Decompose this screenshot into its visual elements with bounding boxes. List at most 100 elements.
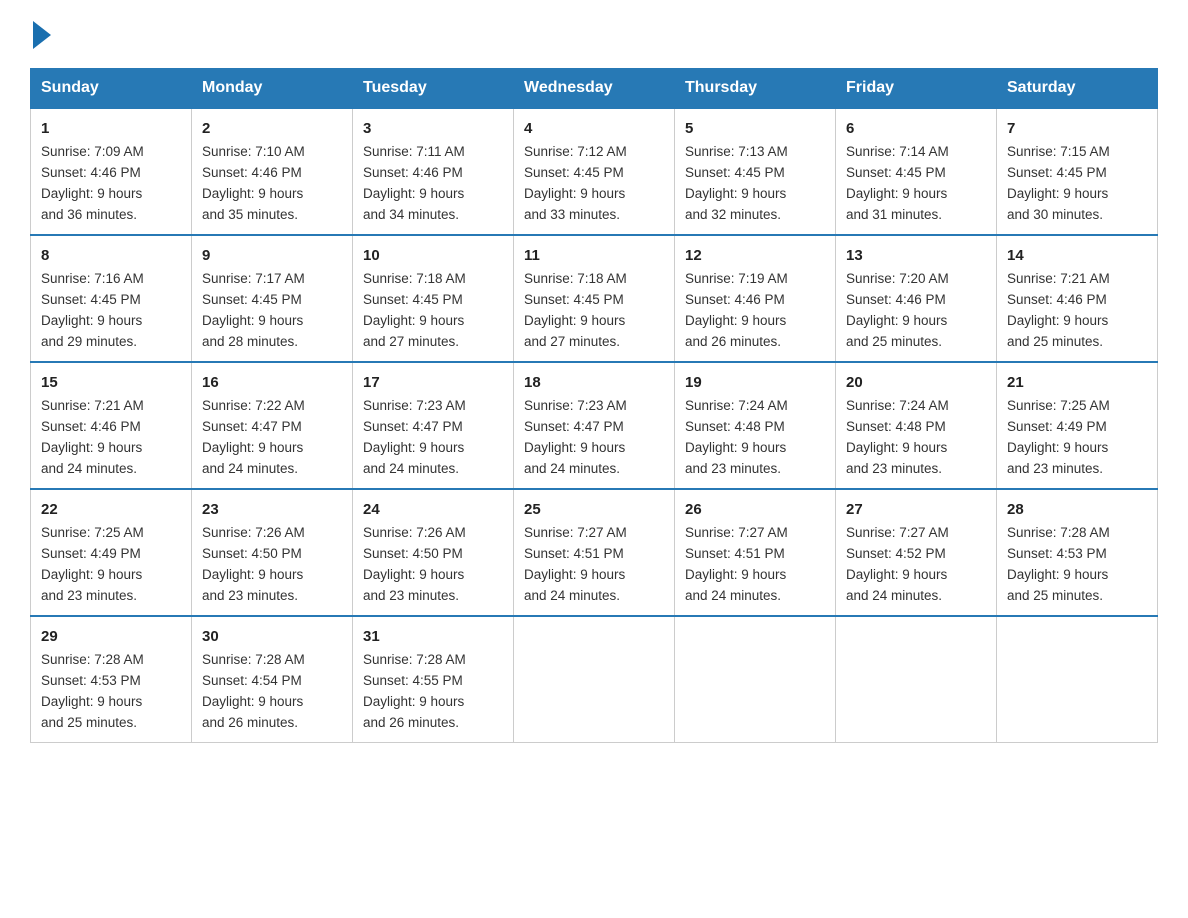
cell-info-line: Sunset: 4:46 PM — [41, 165, 141, 180]
cell-info-line: Sunset: 4:50 PM — [202, 546, 302, 561]
cell-info-line: Daylight: 9 hours — [363, 186, 464, 201]
cell-info-line: Daylight: 9 hours — [524, 313, 625, 328]
day-header-friday: Friday — [836, 69, 997, 109]
cell-info-line: Sunset: 4:46 PM — [1007, 292, 1107, 307]
cell-info-line: Sunrise: 7:24 AM — [685, 398, 788, 413]
cell-info-line: Sunrise: 7:14 AM — [846, 144, 949, 159]
day-number: 3 — [363, 117, 503, 140]
day-number: 20 — [846, 371, 986, 394]
calendar-cell: 22Sunrise: 7:25 AMSunset: 4:49 PMDayligh… — [31, 489, 192, 616]
cell-info-line: Sunrise: 7:23 AM — [524, 398, 627, 413]
logo-arrow-icon — [33, 21, 51, 49]
calendar-week-row: 1Sunrise: 7:09 AMSunset: 4:46 PMDaylight… — [31, 108, 1158, 235]
day-number: 29 — [41, 625, 181, 648]
cell-info-line: Daylight: 9 hours — [524, 186, 625, 201]
day-number: 8 — [41, 244, 181, 267]
day-number: 27 — [846, 498, 986, 521]
calendar-cell: 29Sunrise: 7:28 AMSunset: 4:53 PMDayligh… — [31, 616, 192, 742]
calendar-cell: 1Sunrise: 7:09 AMSunset: 4:46 PMDaylight… — [31, 108, 192, 235]
cell-info-line: and 28 minutes. — [202, 334, 298, 349]
cell-info-line: Sunset: 4:45 PM — [363, 292, 463, 307]
day-number: 26 — [685, 498, 825, 521]
day-number: 17 — [363, 371, 503, 394]
calendar-week-row: 22Sunrise: 7:25 AMSunset: 4:49 PMDayligh… — [31, 489, 1158, 616]
cell-info-line: and 27 minutes. — [524, 334, 620, 349]
day-number: 23 — [202, 498, 342, 521]
cell-info-line: Sunset: 4:46 PM — [202, 165, 302, 180]
cell-info-line: Sunrise: 7:24 AM — [846, 398, 949, 413]
cell-info-line: Sunrise: 7:26 AM — [363, 525, 466, 540]
cell-info-line: Sunset: 4:45 PM — [685, 165, 785, 180]
cell-info-line: Sunset: 4:50 PM — [363, 546, 463, 561]
day-header-monday: Monday — [192, 69, 353, 109]
cell-info-line: Daylight: 9 hours — [363, 313, 464, 328]
calendar-week-row: 29 Sunrise: 7:28 AM Sunset: 4:53 PM Dayligh… — [31, 616, 1158, 742]
page-header — [30, 20, 1158, 50]
cell-info-line: Sunrise: 7:21 AM — [41, 398, 144, 413]
day-number: 24 — [363, 498, 503, 521]
cell-info-line: Sunrise: 7:26 AM — [202, 525, 305, 540]
day-header-wednesday: Wednesday — [514, 69, 675, 109]
cell-info-line: Sunrise: 7:12 AM — [524, 144, 627, 159]
day-header-sunday: Sunday — [31, 69, 192, 109]
day-number: 4 — [524, 117, 664, 140]
day-header-thursday: Thursday — [675, 69, 836, 109]
calendar-cell — [836, 616, 997, 742]
cell-info-line: and 26 minutes. — [685, 334, 781, 349]
cell-info-line: Daylight: 9 hours — [685, 186, 786, 201]
cell-info-line: Daylight: 9 hours — [202, 186, 303, 201]
calendar-cell: 14Sunrise: 7:21 AMSunset: 4:46 PMDayligh… — [997, 235, 1158, 362]
cell-info-line: Daylight: 9 hours — [685, 440, 786, 455]
cell-info-line: and 25 minutes. — [1007, 588, 1103, 603]
cell-info-line: and 32 minutes. — [685, 207, 781, 222]
cell-info-line: Sunset: 4:47 PM — [524, 419, 624, 434]
calendar-cell — [675, 616, 836, 742]
calendar-cell: 10Sunrise: 7:18 AMSunset: 4:45 PMDayligh… — [353, 235, 514, 362]
calendar-cell: 15Sunrise: 7:21 AMSunset: 4:46 PMDayligh… — [31, 362, 192, 489]
calendar-week-row: 8Sunrise: 7:16 AMSunset: 4:45 PMDaylight… — [31, 235, 1158, 362]
cell-info-line: Daylight: 9 hours — [846, 313, 947, 328]
calendar-cell: 20Sunrise: 7:24 AMSunset: 4:48 PMDayligh… — [836, 362, 997, 489]
cell-info-line: Daylight: 9 hours — [524, 440, 625, 455]
cell-info-line: Daylight: 9 hours — [846, 186, 947, 201]
cell-info-line: Sunrise: 7:21 AM — [1007, 271, 1110, 286]
day-number: 9 — [202, 244, 342, 267]
cell-info-line: Sunrise: 7:15 AM — [1007, 144, 1110, 159]
cell-info-line: Sunset: 4:45 PM — [1007, 165, 1107, 180]
cell-info-line: and 26 minutes. — [363, 715, 459, 730]
day-number: 19 — [685, 371, 825, 394]
cell-info-line: Sunset: 4:46 PM — [685, 292, 785, 307]
cell-info-line: Sunset: 4:53 PM — [1007, 546, 1107, 561]
logo-line1 — [30, 20, 51, 50]
cell-info-line: Sunset: 4:49 PM — [41, 546, 141, 561]
day-header-saturday: Saturday — [997, 69, 1158, 109]
cell-info-line: Sunset: 4:46 PM — [363, 165, 463, 180]
cell-info-line: Sunrise: 7:25 AM — [1007, 398, 1110, 413]
day-number: 28 — [1007, 498, 1147, 521]
calendar-cell: 3Sunrise: 7:11 AMSunset: 4:46 PMDaylight… — [353, 108, 514, 235]
cell-info-line: Sunrise: 7:20 AM — [846, 271, 949, 286]
day-number: 7 — [1007, 117, 1147, 140]
cell-info-line: Sunset: 4:45 PM — [846, 165, 946, 180]
cell-info-line: Sunset: 4:46 PM — [846, 292, 946, 307]
calendar-cell: 19Sunrise: 7:24 AMSunset: 4:48 PMDayligh… — [675, 362, 836, 489]
cell-info-line: Sunrise: 7:13 AM — [685, 144, 788, 159]
cell-info-line: Sunrise: 7:27 AM — [685, 525, 788, 540]
cell-info-line: Sunset: 4:47 PM — [363, 419, 463, 434]
day-number: 10 — [363, 244, 503, 267]
cell-info-line: Daylight: 9 hours — [202, 694, 303, 709]
calendar-week-row: 15Sunrise: 7:21 AMSunset: 4:46 PMDayligh… — [31, 362, 1158, 489]
cell-info-line: Sunset: 4:53 PM — [41, 673, 141, 688]
cell-info-line: Sunrise: 7:27 AM — [846, 525, 949, 540]
cell-info-line: Sunrise: 7:28 AM — [202, 652, 305, 667]
day-header-tuesday: Tuesday — [353, 69, 514, 109]
cell-info-line: Daylight: 9 hours — [363, 567, 464, 582]
cell-info-line: and 35 minutes. — [202, 207, 298, 222]
cell-info-line: Daylight: 9 hours — [202, 440, 303, 455]
day-number: 25 — [524, 498, 664, 521]
cell-info-line: Daylight: 9 hours — [524, 567, 625, 582]
day-number: 15 — [41, 371, 181, 394]
day-number: 21 — [1007, 371, 1147, 394]
cell-info-line: and 24 minutes. — [363, 461, 459, 476]
cell-info-line: Sunset: 4:45 PM — [524, 165, 624, 180]
